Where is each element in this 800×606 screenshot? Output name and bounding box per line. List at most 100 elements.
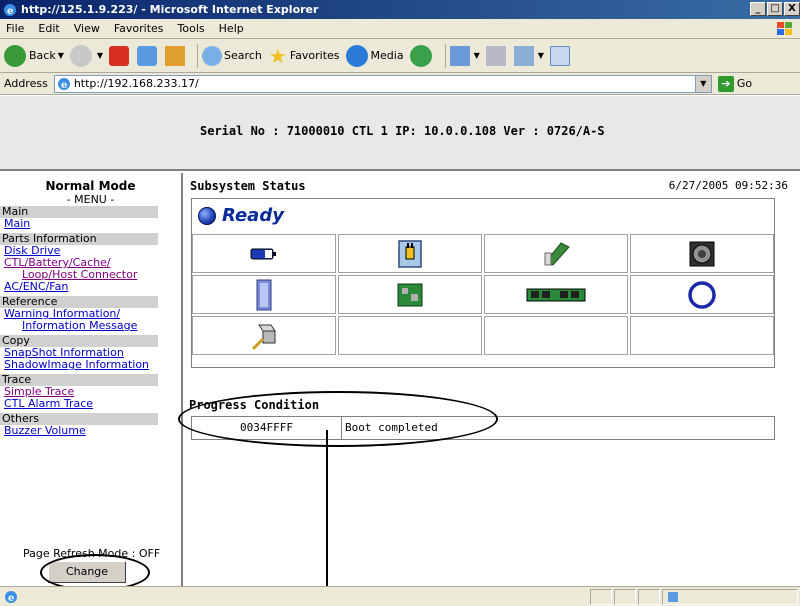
window-title-bar: e http://125.1.9.223/ - Microsoft Intern… [0, 0, 800, 19]
component-cell-empty [630, 316, 774, 355]
component-cell-battery[interactable] [192, 234, 336, 273]
back-button[interactable]: Back ▼ [4, 44, 64, 67]
address-input[interactable]: e http://192.168.233.17/ ▼ [53, 74, 712, 93]
component-cell-memory[interactable] [484, 275, 628, 314]
close-button[interactable]: X [784, 2, 800, 16]
media-label: Media [370, 49, 404, 62]
status-panel [614, 589, 636, 605]
main-panel: Subsystem Status 6/27/2005 09:52:36 Read… [178, 173, 800, 586]
component-cell-power[interactable] [338, 234, 482, 273]
component-cell-controller[interactable] [484, 234, 628, 273]
home-button[interactable] [165, 45, 187, 66]
component-cell-empty [484, 316, 628, 355]
go-button[interactable]: ➔ Go [717, 75, 753, 92]
discuss-icon [549, 45, 570, 66]
progress-code: 0034FFFF [192, 417, 342, 439]
component-cell-loop[interactable] [630, 275, 774, 314]
component-cell-fan[interactable] [630, 234, 774, 273]
memory-module-icon [526, 288, 586, 301]
menu-view[interactable]: View [74, 22, 100, 35]
menu-bar: File Edit View Favorites Tools Help [0, 19, 800, 39]
component-cell-host-connector[interactable] [192, 316, 336, 355]
menu-help[interactable]: Help [219, 22, 244, 35]
print-icon [485, 45, 506, 66]
component-cell-cache[interactable] [338, 275, 482, 314]
page-icon: e [57, 77, 70, 91]
mode-title: Normal Mode [45, 179, 136, 193]
svg-text:e: e [61, 80, 67, 91]
status-panel [638, 589, 660, 605]
menu-tools[interactable]: Tools [178, 22, 205, 35]
link-ac-enc-fan[interactable]: AC/ENC/Fan [0, 281, 181, 293]
svg-text:e: e [8, 593, 14, 604]
stop-button[interactable] [109, 45, 131, 66]
search-button[interactable]: Search [202, 45, 262, 66]
mail-icon [449, 45, 470, 66]
component-cell-empty [338, 316, 482, 355]
subsystem-status-box: Ready [191, 198, 775, 368]
address-label: Address [4, 77, 48, 90]
favorites-label: Favorites [289, 49, 340, 62]
status-datetime: 6/27/2005 09:52:36 [668, 179, 788, 192]
page-refresh-mode: Page Refresh Mode : OFF [23, 547, 161, 560]
address-dropdown-icon[interactable]: ▼ [694, 75, 711, 92]
back-arrow-icon [4, 44, 26, 67]
mail-button[interactable]: ▼ [449, 45, 480, 66]
favorites-button[interactable]: ★ Favorites [268, 46, 340, 66]
cache-board-icon [397, 283, 423, 306]
sidebar-menu: Normal Mode - MENU - Main Main Parts Inf… [0, 173, 183, 591]
ready-status: Ready [192, 199, 774, 232]
fan-icon [689, 241, 715, 266]
refresh-icon [137, 45, 158, 66]
status-panel [590, 589, 612, 605]
back-label: Back [29, 49, 56, 62]
progress-condition-row: 0034FFFF Boot completed [191, 416, 775, 440]
media-button[interactable]: Media [345, 44, 404, 67]
address-bar: Address e http://192.168.233.17/ ▼ ➔ Go [0, 73, 800, 95]
component-grid [192, 234, 776, 357]
loop-cable-icon [688, 280, 716, 309]
discuss-button[interactable] [549, 45, 572, 66]
go-label: Go [736, 77, 753, 90]
minimize-button[interactable]: _ [750, 2, 766, 16]
zone-icon [668, 592, 678, 602]
link-main[interactable]: Main [0, 218, 181, 230]
favorites-star-icon: ★ [268, 43, 287, 68]
link-ctl-alarm-trace[interactable]: CTL Alarm Trace [0, 398, 181, 410]
status-bar: e [0, 586, 800, 606]
search-icon [202, 45, 223, 66]
refresh-button[interactable] [137, 45, 159, 66]
menu-favorites[interactable]: Favorites [114, 22, 164, 35]
link-buzzer-volume[interactable]: Buzzer Volume [0, 425, 181, 437]
stop-icon [109, 45, 130, 66]
serial-info: Serial No : 71000010 CTL 1 IP: 10.0.0.10… [200, 124, 605, 138]
ready-text: Ready [222, 205, 284, 226]
history-button[interactable] [409, 44, 435, 67]
forward-button[interactable]: ▼ [69, 44, 103, 67]
edit-icon [513, 45, 534, 66]
link-information-message[interactable]: Information Message [0, 320, 181, 332]
battery-icon [250, 248, 276, 259]
subsystem-status-title: Subsystem Status [190, 179, 306, 193]
search-label: Search [224, 49, 262, 62]
menu-edit[interactable]: Edit [38, 22, 59, 35]
progress-message: Boot completed [345, 421, 438, 434]
windows-flag-icon [777, 22, 792, 35]
print-button[interactable] [485, 45, 508, 66]
history-icon [409, 44, 432, 67]
link-shadowimage-information[interactable]: ShadowImage Information [0, 359, 181, 371]
circuit-board-icon [544, 241, 570, 266]
host-connector-icon [251, 324, 276, 350]
component-cell-enclosure[interactable] [192, 275, 336, 314]
edit-button[interactable]: ▼ [513, 45, 544, 66]
menu-file[interactable]: File [6, 22, 24, 35]
ready-indicator-icon [198, 206, 216, 225]
toolbar-separator [444, 43, 446, 68]
maximize-button[interactable]: □ [767, 2, 783, 16]
forward-arrow-icon [69, 44, 92, 67]
change-button[interactable]: Change [48, 561, 126, 583]
media-icon [345, 44, 368, 67]
window-title: http://125.1.9.223/ - Microsoft Internet… [21, 3, 319, 16]
toolbar-separator [197, 43, 199, 68]
callout-line-progress [326, 430, 328, 606]
